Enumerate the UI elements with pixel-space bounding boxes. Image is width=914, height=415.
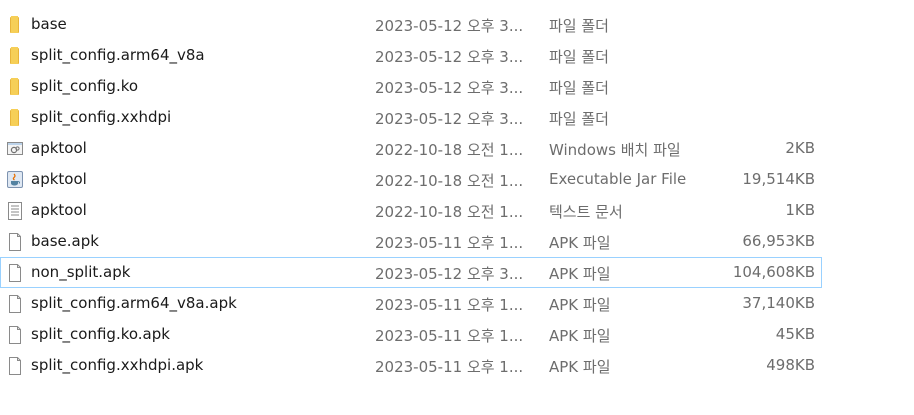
file-row[interactable]: split_config.arm64_v8a 2023-05-12 오후 3..… (0, 40, 822, 71)
file-size: 2KB (785, 139, 815, 157)
folder-icon (6, 108, 24, 128)
file-type: Executable Jar File (549, 170, 687, 188)
file-name: apktool (31, 170, 87, 188)
file-row[interactable]: split_config.ko.apk 2023-05-11 오후 1... A… (0, 319, 822, 350)
file-name: split_config.xxhdpi (31, 108, 172, 126)
file-date-modified: 2023-05-12 오후 3... (375, 17, 524, 35)
file-list: base 2023-05-12 오후 3... 파일 폴더 split_conf… (0, 9, 914, 381)
file-type: 텍스트 문서 (549, 203, 623, 221)
file-size: 45KB (775, 325, 815, 343)
file-name: base.apk (31, 232, 99, 250)
file-icon (6, 325, 24, 345)
file-date-modified: 2022-10-18 오전 1... (375, 141, 524, 159)
file-type: APK 파일 (549, 296, 611, 314)
file-date-modified: 2023-05-11 오후 1... (375, 296, 524, 314)
java-jar-icon (6, 170, 24, 190)
file-name: split_config.arm64_v8a.apk (31, 294, 237, 312)
file-type: 파일 폴더 (549, 79, 609, 97)
file-row-hovered[interactable]: non_split.apk 2023-05-12 오후 3... APK 파일 … (0, 257, 822, 288)
file-date-modified: 2023-05-12 오후 3... (375, 110, 524, 128)
file-name: split_config.arm64_v8a (31, 46, 205, 64)
folder-icon (6, 15, 24, 35)
file-name: apktool (31, 201, 87, 219)
file-date-modified: 2023-05-12 오후 3... (375, 48, 524, 66)
file-row[interactable]: apktool 2022-10-18 오전 1... 텍스트 문서 1KB (0, 195, 822, 226)
file-name: split_config.xxhdpi.apk (31, 356, 204, 374)
file-date-modified: 2023-05-11 오후 1... (375, 358, 524, 376)
file-size: 66,953KB (742, 232, 815, 250)
file-date-modified: 2023-05-11 오후 1... (375, 234, 524, 252)
folder-icon (6, 46, 24, 66)
file-row[interactable]: base 2023-05-12 오후 3... 파일 폴더 (0, 9, 822, 40)
file-size: 1KB (785, 201, 815, 219)
file-icon (6, 232, 24, 252)
text-file-icon (6, 201, 24, 221)
file-name: base (31, 15, 67, 33)
file-name: non_split.apk (31, 263, 131, 281)
file-size: 104,608KB (732, 263, 815, 281)
file-date-modified: 2022-10-18 오전 1... (375, 172, 524, 190)
file-row[interactable]: split_config.ko 2023-05-12 오후 3... 파일 폴더 (0, 71, 822, 102)
file-type: APK 파일 (549, 234, 611, 252)
file-row[interactable]: split_config.arm64_v8a.apk 2023-05-11 오후… (0, 288, 822, 319)
file-type: APK 파일 (549, 358, 611, 376)
file-row[interactable]: apktool 2022-10-18 오전 1... Executable Ja… (0, 164, 822, 195)
file-name: split_config.ko.apk (31, 325, 170, 343)
file-name: apktool (31, 139, 87, 157)
file-type: 파일 폴더 (549, 48, 609, 66)
file-type: APK 파일 (549, 327, 611, 345)
file-date-modified: 2023-05-12 오후 3... (375, 265, 524, 283)
file-size: 498KB (766, 356, 815, 374)
batch-file-icon (6, 139, 24, 159)
file-row[interactable]: split_config.xxhdpi.apk 2023-05-11 오후 1.… (0, 350, 822, 381)
file-size: 37,140KB (742, 294, 815, 312)
file-type: Windows 배치 파일 (549, 141, 681, 159)
file-row[interactable]: apktool 2022-10-18 오전 1... Windows 배치 파일… (0, 133, 822, 164)
file-type: APK 파일 (549, 265, 611, 283)
file-size: 19,514KB (742, 170, 815, 188)
file-icon (6, 263, 24, 283)
file-row[interactable]: base.apk 2023-05-11 오후 1... APK 파일 66,95… (0, 226, 822, 257)
file-icon (6, 294, 24, 314)
file-date-modified: 2023-05-12 오후 3... (375, 79, 524, 97)
file-name: split_config.ko (31, 77, 139, 95)
file-date-modified: 2022-10-18 오전 1... (375, 203, 524, 221)
folder-icon (6, 77, 24, 97)
file-row[interactable]: split_config.xxhdpi 2023-05-12 오후 3... 파… (0, 102, 822, 133)
file-icon (6, 356, 24, 376)
file-date-modified: 2023-05-11 오후 1... (375, 327, 524, 345)
file-type: 파일 폴더 (549, 110, 609, 128)
file-type: 파일 폴더 (549, 17, 609, 35)
